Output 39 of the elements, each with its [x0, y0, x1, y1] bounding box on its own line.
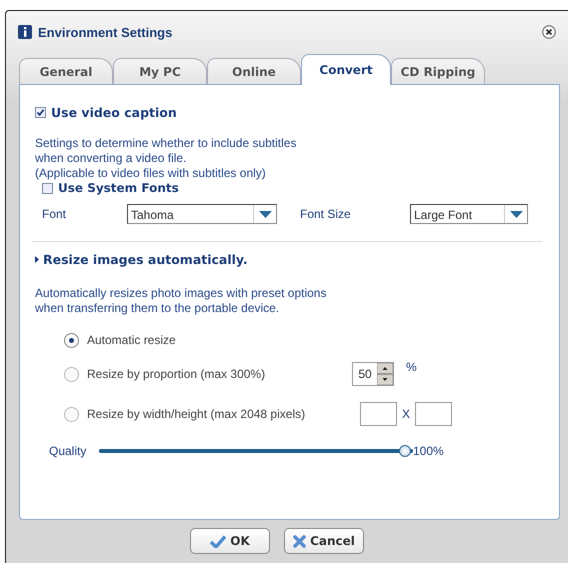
radio-label: Resize by width/height (max 2048 pixels) [87, 407, 306, 421]
triangle-icon [35, 256, 39, 263]
checkbox-label: Use System Fonts [58, 181, 179, 195]
dropdown[interactable]: Large Font [410, 204, 528, 224]
description-text: Settings to determine whether to include subtitles when converting a video file. (Applicable to video files with subtitles only) [35, 136, 298, 181]
radio-button[interactable] [64, 366, 79, 382]
info-icon [18, 25, 32, 39]
cancel-button[interactable]: Cancel [284, 528, 364, 554]
checkbox[interactable] [42, 182, 53, 194]
spinner-arrows-icon [377, 363, 393, 385]
field-label: Font Size [300, 207, 352, 221]
tab[interactable]: My PC [113, 58, 207, 84]
radio-label: Resize by proportion (max 300%) [87, 367, 266, 381]
window-title: Environment Settings [38, 24, 172, 40]
tab[interactable]: Convert [301, 54, 391, 85]
width-field[interactable] [360, 402, 397, 426]
radio-label: Automatic resize [87, 333, 177, 347]
cross-icon [293, 534, 306, 548]
slider-value: 100% [413, 444, 444, 458]
separator-label: X [402, 407, 410, 421]
slider-label: Quality [49, 444, 88, 458]
close-button[interactable] [542, 25, 556, 39]
field-label: Font [42, 207, 68, 221]
radio-button[interactable] [64, 406, 79, 422]
section-title: Resize images automatically. [43, 252, 248, 267]
checkbox-label: Use video caption [51, 105, 177, 120]
slider-thumb[interactable] [399, 445, 411, 457]
tab[interactable]: General [19, 58, 113, 84]
number-spinner[interactable]: 50 [352, 362, 394, 386]
radio-button[interactable] [64, 332, 79, 348]
ok-button[interactable]: OK [190, 528, 270, 554]
tab[interactable]: CD Ripping [391, 58, 485, 84]
dropdown[interactable]: Tahoma [127, 204, 277, 224]
check-icon [210, 534, 226, 548]
description-text: Automatically resizes photo images with preset options when transferring them to the portable device. [35, 286, 328, 316]
unit-label: % [406, 360, 417, 374]
height-field[interactable] [415, 402, 452, 426]
checkbox[interactable] [35, 107, 46, 118]
tab[interactable]: Online [207, 58, 301, 84]
